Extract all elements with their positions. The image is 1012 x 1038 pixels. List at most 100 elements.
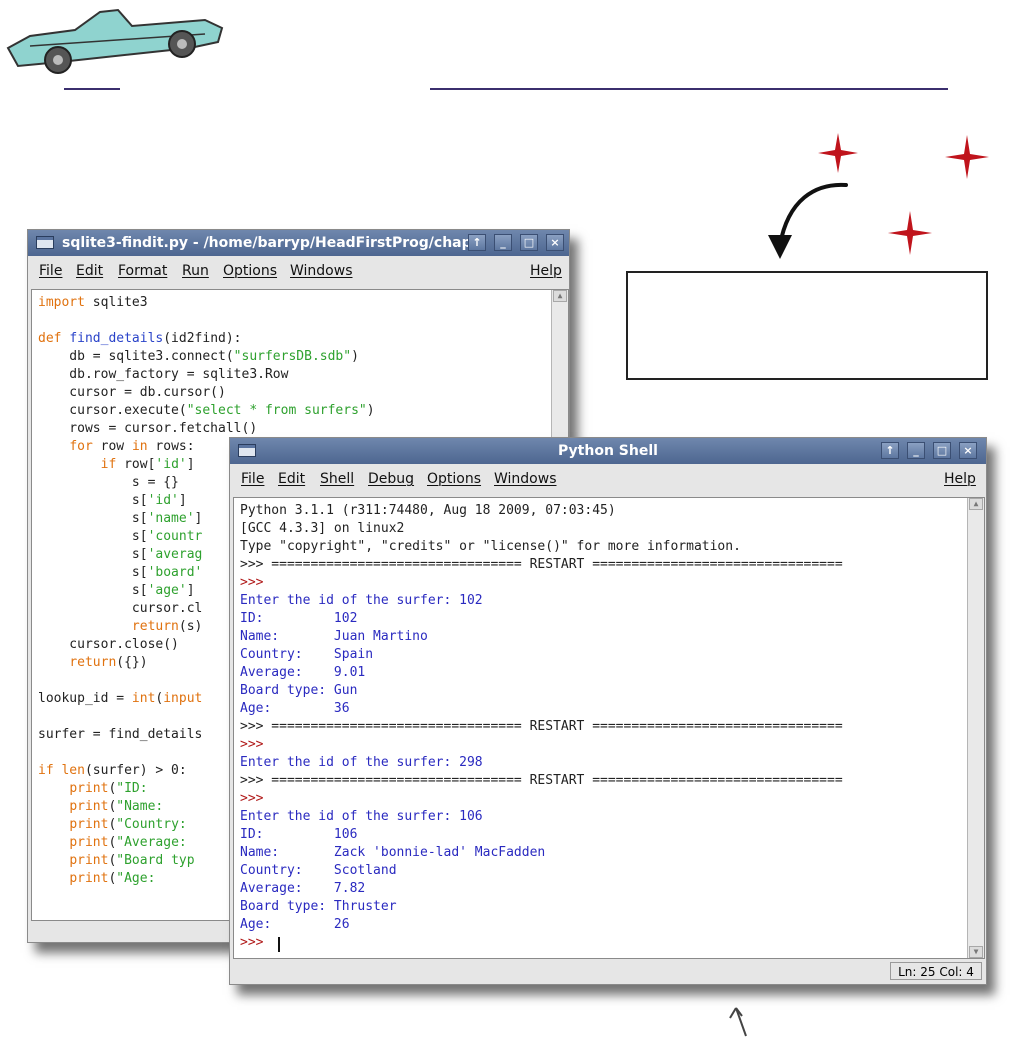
shell-line: Board type: Thruster [240, 899, 397, 914]
code-line: for row in rows: [69, 439, 195, 454]
pointer-arrow-icon [729, 1007, 747, 1037]
shell-menu-bar: File Edit Shell Debug Options Windows He… [230, 464, 986, 494]
shell-scrollbar[interactable]: ▲ ▼ [967, 498, 984, 958]
minimize-button[interactable]: _ [907, 442, 925, 459]
star-icon [945, 135, 989, 179]
menu-shell[interactable]: Shell [320, 471, 354, 487]
shell-line: Type "copyright", "credits" or "license(… [240, 539, 741, 554]
shell-line: Average: 7.82 [240, 881, 366, 896]
shell-prompt[interactable]: >>> [240, 934, 271, 952]
shell-line: >>> ================================ RES… [240, 719, 843, 734]
code-line: cursor = db.cursor() [38, 385, 226, 400]
shell-line: Enter the id of the surfer: 298 [240, 755, 483, 770]
text-cursor [278, 937, 280, 952]
code-line: s['averag [38, 547, 203, 562]
shell-line: >>> ================================ RES… [240, 773, 843, 788]
raise-button[interactable]: ↑ [468, 234, 486, 251]
code-line: if row['id'] [100, 457, 195, 472]
code-line: cursor.close() [38, 637, 179, 652]
shell-line: >>> [240, 737, 264, 752]
shell-line: Python 3.1.1 (r311:74480, Aug 18 2009, 0… [240, 503, 616, 518]
scroll-up-icon[interactable]: ▲ [553, 290, 567, 302]
code-line: return(s) [131, 619, 203, 634]
status-bar: Ln: 25 Col: 4 [890, 962, 982, 980]
code-line: cursor.execute("select * from surfers") [38, 403, 375, 418]
menu-options[interactable]: Options [427, 471, 481, 487]
shell-line: Board type: Gun [240, 683, 358, 698]
shell-title-bar[interactable]: Python Shell ↑ _ □ × [230, 438, 986, 464]
maximize-button[interactable]: □ [933, 442, 951, 459]
menu-help[interactable]: Help [530, 263, 562, 279]
shell-line: >>> [240, 575, 264, 590]
code-line: import sqlite3 [38, 295, 148, 310]
shell-line: Country: Spain [240, 647, 374, 662]
menu-file[interactable]: File [39, 263, 62, 279]
code-line: return({}) [69, 655, 148, 670]
window-icon [36, 236, 54, 249]
shell-line: Age: 26 [240, 917, 350, 932]
code-line: db.row_factory = sqlite3.Row [38, 367, 289, 382]
editor-menu-bar: File Edit Format Run Options Windows Hel… [28, 256, 569, 286]
shell-line: Enter the id of the surfer: 106 [240, 809, 483, 824]
code-line: lookup_id = int(input [38, 691, 203, 706]
shell-line: ID: 106 [240, 827, 358, 842]
menu-edit[interactable]: Edit [278, 471, 305, 487]
code-line: if len(surfer) > 0: [38, 763, 187, 778]
close-button[interactable]: × [959, 442, 977, 459]
shell-output-area[interactable]: Python 3.1.1 (r311:74480, Aug 18 2009, 0… [233, 497, 985, 959]
car-illustration [6, 8, 224, 74]
code-line: s['board' [38, 565, 203, 580]
close-button[interactable]: × [546, 234, 564, 251]
shell-line: >>> ================================ RES… [240, 557, 843, 572]
shell-line: [GCC 4.3.3] on linux2 [240, 521, 405, 536]
code-line: surfer = find_details [38, 727, 203, 742]
code-line: s = {} [38, 475, 179, 490]
menu-windows[interactable]: Windows [290, 263, 353, 279]
menu-options[interactable]: Options [223, 263, 277, 279]
arrow-icon [768, 182, 848, 259]
code-line: s['countr [38, 529, 203, 544]
code-line: db = sqlite3.connect("surfersDB.sdb") [38, 349, 359, 364]
code-line: print("Age: [69, 871, 156, 886]
code-line: s['age'] [38, 583, 195, 598]
star-icon [888, 211, 932, 255]
code-line: print("Board typ [69, 853, 195, 868]
scroll-down-icon[interactable]: ▼ [969, 946, 983, 958]
code-line: s['id'] [38, 493, 187, 508]
menu-format[interactable]: Format [118, 263, 167, 279]
shell-line: Enter the id of the surfer: 102 [240, 593, 483, 608]
code-line: rows = cursor.fetchall() [38, 421, 258, 436]
menu-windows[interactable]: Windows [494, 471, 557, 487]
code-line: print("ID: [69, 781, 148, 796]
header-rule-short [64, 88, 120, 90]
raise-button[interactable]: ↑ [881, 442, 899, 459]
header-rule-long [430, 88, 948, 90]
menu-help[interactable]: Help [944, 471, 976, 487]
menu-run[interactable]: Run [182, 263, 209, 279]
code-line: s['name'] [38, 511, 203, 526]
code-line: print("Average: [69, 835, 187, 850]
editor-title-bar[interactable]: sqlite3-findit.py - /home/barryp/HeadFir… [28, 230, 569, 256]
shell-line: ID: 102 [240, 611, 358, 626]
shell-line: Average: 9.01 [240, 665, 366, 680]
code-line: cursor.cl [38, 601, 203, 616]
shell-line: >>> [240, 791, 264, 806]
menu-debug[interactable]: Debug [368, 471, 414, 487]
code-line: print("Name: [69, 799, 164, 814]
code-line: def find_details(id2find): [38, 331, 242, 346]
shell-line: Name: Zack 'bonnie-lad' MacFadden [240, 845, 546, 860]
menu-edit[interactable]: Edit [76, 263, 103, 279]
maximize-button[interactable]: □ [520, 234, 538, 251]
scroll-up-icon[interactable]: ▲ [969, 498, 983, 510]
code-line: print("Country: [69, 817, 187, 832]
line-column-indicator: Ln: 25 Col: 4 [898, 965, 974, 979]
annotation-box [626, 271, 988, 380]
menu-file[interactable]: File [241, 471, 264, 487]
shell-window: Python Shell ↑ _ □ × File Edit Shell Deb… [229, 437, 987, 985]
star-icon [818, 133, 858, 173]
minimize-button[interactable]: _ [494, 234, 512, 251]
editor-title: sqlite3-findit.py - /home/barryp/HeadFir… [62, 235, 472, 251]
shell-line: Country: Scotland [240, 863, 397, 878]
shell-line: Age: 36 [240, 701, 350, 716]
shell-line: Name: Juan Martino [240, 629, 428, 644]
